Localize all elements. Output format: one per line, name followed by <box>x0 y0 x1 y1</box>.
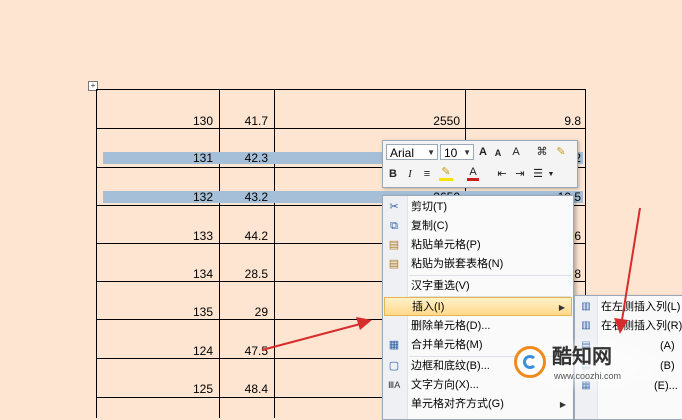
watermark: 酷知网 www.coozhi.com <box>508 336 668 394</box>
coozhi-logo-icon <box>514 346 546 378</box>
annotation-arrow-left <box>261 317 372 351</box>
watermark-brand: 酷知网 <box>552 344 612 368</box>
watermark-url: www.coozhi.com <box>554 371 622 381</box>
annotation-arrow-right <box>614 207 641 334</box>
